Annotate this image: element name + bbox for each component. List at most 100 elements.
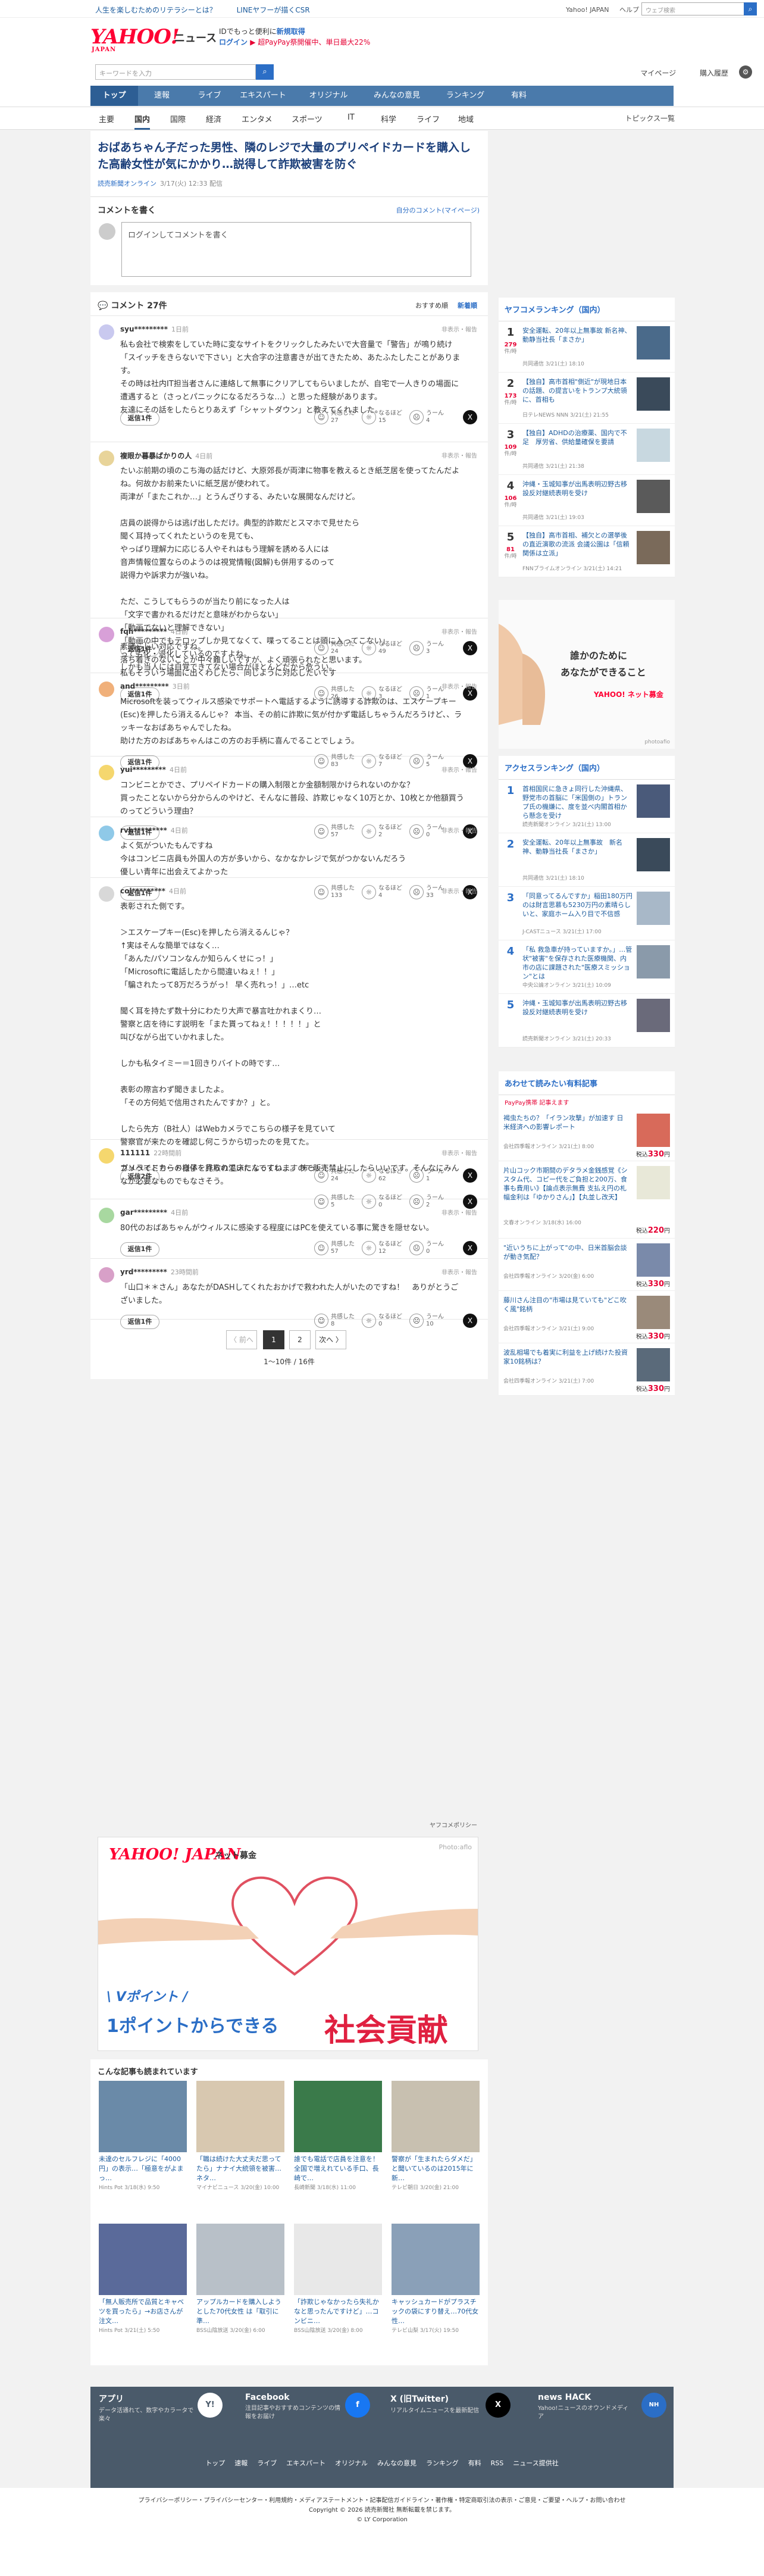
ranking-item[interactable]: 1 279 件/時 安全運転、20年以上無事故 新名神、動静当社長「まさか」 共同… — [499, 321, 675, 373]
prev-page-button[interactable]: 〈 前へ — [226, 1330, 257, 1349]
report-link[interactable]: 非表示・報告 — [442, 1208, 477, 1217]
cat-international[interactable]: 国際 — [170, 113, 186, 124]
page-1-button[interactable]: 1 — [263, 1330, 284, 1349]
web-search-input[interactable]: ウェブ検索 — [641, 2, 746, 15]
nav-ranking[interactable]: ランキング — [436, 86, 495, 106]
premium-item[interactable]: 藤川さん注目の"市場は見ていても"どこ吹く風"銘柄 会社四季報オンライン 3/2… — [499, 1291, 675, 1343]
premium-item[interactable]: 褐虫たちの？「イラン攻撃」が加速す 日米経済への影響レポート 会社四季報オンライ… — [499, 1109, 675, 1161]
related-article-card[interactable]: 誰でも電話で店員を注意を！全国で増えれている手口、長崎で… 長崎新聞 3/18(… — [294, 2081, 383, 2191]
related-article-card[interactable]: キャッシュカードがプラスチックの袋にすり替え…70代女性… テレビ山梨 3/17… — [392, 2224, 481, 2334]
nav-opinion[interactable]: みんなの意見 — [364, 86, 430, 106]
avatar[interactable] — [99, 681, 114, 697]
nav-live[interactable]: ライブ — [186, 86, 233, 106]
comment-user[interactable]: yui********* 4日前 — [120, 765, 187, 774]
cat-it[interactable]: IT — [347, 113, 355, 122]
avatar[interactable] — [99, 765, 114, 780]
footer-nav-item[interactable]: RSS — [491, 2459, 504, 2467]
avatar[interactable] — [99, 1148, 114, 1164]
avatar[interactable] — [99, 451, 114, 466]
login-link[interactable]: ログイン — [219, 38, 248, 46]
yahoo-japan-link[interactable]: Yahoo! JAPAN — [566, 6, 609, 14]
footer-nav-item[interactable]: 速報 — [234, 2459, 248, 2467]
premium-item[interactable]: "近いうちに上がって"の中、日米首脳会談が動き気配？ 会社四季報オンライン 3/… — [499, 1239, 675, 1291]
app-icon[interactable]: Y! — [198, 2393, 223, 2418]
reply-button[interactable]: 返信1件 — [120, 411, 159, 426]
related-article-card[interactable]: 「無人販売所で品質とキャベツを買ったら」→お店さんが注文… Hints Pot … — [99, 2224, 188, 2334]
cat-entertainment[interactable]: エンタメ — [242, 113, 273, 124]
cat-main[interactable]: 主要 — [99, 113, 114, 124]
related-article-card[interactable]: アップルカードを購入しようとした70代女性 は「取引に準… BSS山陰放送 3/… — [196, 2224, 286, 2334]
comment-user[interactable]: gar********* 4日前 — [120, 1208, 188, 1217]
ranking-item[interactable]: 2 173 件/時 【独自】高市首相"側近"が現地日本の話題、の提言いをトランプ大… — [499, 373, 675, 424]
report-link[interactable]: 非表示・報告 — [442, 451, 477, 459]
next-page-button[interactable]: 次へ 〉 — [315, 1330, 346, 1349]
article-source[interactable]: 読売新聞オンライン — [98, 180, 156, 187]
comment-user[interactable]: and********* 3日前 — [120, 681, 190, 691]
cat-region[interactable]: 地域 — [458, 113, 474, 124]
comment-user[interactable]: syu********* 1日前 — [120, 324, 189, 334]
comment-user[interactable]: rvh********* 4日前 — [120, 826, 188, 835]
nav-breaking[interactable]: 速報 — [138, 86, 186, 106]
register-link[interactable]: 新規取得 — [277, 27, 305, 36]
footer-nav-item[interactable]: みんなの意見 — [377, 2459, 417, 2467]
promo-link-1[interactable]: 人生を楽しむためのリテラシーとは？ — [95, 6, 217, 14]
footer-nav-item[interactable]: 有料 — [468, 2459, 481, 2467]
related-article-card[interactable]: 未達のセルフレジに「4000円」の表示…「極意をがよまっ… Hints Pot … — [99, 2081, 188, 2191]
hmm-button[interactable]: ☹ うーん 4 — [409, 410, 444, 424]
cat-sports[interactable]: スポーツ — [292, 113, 322, 124]
newshack-icon[interactable]: NH — [641, 2393, 666, 2418]
side-ad[interactable]: 誰かのために あなたができること YAHOO! ネット募金 photoafio — [499, 600, 675, 749]
comment-policy-link[interactable]: ヤフコメポリシー — [90, 1820, 488, 1829]
footer-nav-item[interactable]: エキスパート — [286, 2459, 325, 2467]
donation-banner[interactable]: YAHOO! JAPAN ネット募金 Photo:aflo \ Vポイント / … — [98, 1837, 478, 2051]
access-item[interactable]: 4 「私 救急車が持っていますか。」…管状"被害"を保存された医療機関、内市の店… — [499, 940, 675, 994]
empathy-button[interactable]: ☺ 共感した 27 — [314, 410, 355, 424]
nav-paid[interactable]: 有料 — [495, 86, 543, 106]
footer-nav-item[interactable]: トップ — [205, 2459, 225, 2467]
cat-economy[interactable]: 経済 — [206, 113, 221, 124]
cat-domestic[interactable]: 国内 — [134, 113, 151, 130]
page-2-button[interactable]: 2 — [289, 1330, 311, 1349]
news-label[interactable]: ニュース — [174, 30, 217, 45]
promo-link-2[interactable]: LINEヤフーが描くCSR — [237, 6, 310, 14]
footer-newshack[interactable]: news HACK — [538, 2393, 591, 2402]
x-icon[interactable]: X — [486, 2393, 511, 2418]
article-title[interactable]: おばあちゃん子だった男性、隣のレジで大量のプリペイドカードを購入した高齢女性が気… — [98, 139, 481, 173]
reply-button[interactable]: 返信1件 — [120, 1242, 159, 1256]
footer-nav-item[interactable]: ライブ — [257, 2459, 277, 2467]
ranking-item[interactable]: 3 109 件/時 【独自】ADHDの治療薬、国内で不足 厚労省、供給量確保を要請… — [499, 424, 675, 475]
nav-original[interactable]: オリジナル — [299, 86, 358, 106]
report-link[interactable]: 非表示・報告 — [442, 627, 477, 636]
cat-science[interactable]: 科学 — [381, 113, 396, 124]
access-item[interactable]: 5 沖縄・玉城知事が出馬表明辺野古移設反対継続表明を受け 読売新聞オンライン 3… — [499, 994, 675, 1048]
premium-item[interactable]: 片山コック市期間のデタラメ金銭感覚《シスタム代、コピー代をご負担と200万、食事… — [499, 1161, 675, 1239]
footer-facebook[interactable]: Facebook — [245, 2393, 290, 2402]
report-link[interactable]: 非表示・報告 — [442, 765, 477, 774]
purchase-history-link[interactable]: 購入履歴 — [700, 69, 728, 77]
sort-newest[interactable]: 新着順 — [458, 302, 477, 310]
topics-list-link[interactable]: トピックス一覧 — [625, 113, 675, 123]
access-item[interactable]: 2 安全運転、20年以上無事故 新名神、動静当社長「まさか」 共同通信 3/21… — [499, 833, 675, 887]
related-article-card[interactable]: 「職は続けた大丈夫だ思ってたら」ナナイ大統領を被害…ネタ… マイナビニュース 3… — [196, 2081, 286, 2191]
footer-app[interactable]: アプリ — [99, 2394, 124, 2404]
report-link[interactable]: 非表示・報告 — [442, 1267, 477, 1276]
avatar[interactable] — [99, 324, 114, 340]
news-search-input[interactable]: キーワードを入力 — [95, 64, 256, 80]
comment-user[interactable]: fqh********* 4日前 — [120, 627, 188, 636]
report-link[interactable]: 非表示・報告 — [442, 886, 477, 895]
x-share-icon[interactable]: X — [463, 1241, 477, 1255]
footer-nav-item[interactable]: ランキング — [426, 2459, 459, 2467]
access-item[interactable]: 1 首相国民に急きょ同行した沖縄県、野党市の首脳に「米国側の」トランプ氏の機嫌に… — [499, 780, 675, 833]
footer-nav-item[interactable]: ニュース提供社 — [513, 2459, 558, 2467]
report-link[interactable]: 非表示・報告 — [442, 681, 477, 690]
comment-user[interactable]: col********* 4日前 — [120, 886, 186, 896]
comment-input[interactable]: ログインしてコメントを書く — [121, 222, 471, 277]
sort-recommended[interactable]: おすすめ順 — [415, 302, 448, 310]
mypage-link[interactable]: マイページ — [640, 69, 676, 77]
comment-user[interactable]: yrd********* 23時間前 — [120, 1267, 199, 1277]
nav-expert[interactable]: エキスパート — [233, 86, 293, 106]
news-search-button[interactable]: ⌕ — [256, 64, 274, 80]
web-search-button[interactable]: ⌕ — [744, 2, 757, 15]
ranking-item[interactable]: 4 106 件/時 沖縄・玉城知事が出馬表明辺野古移設反対継続表明を受け 共同通信… — [499, 475, 675, 526]
gear-icon[interactable]: ⚙ — [739, 65, 752, 79]
